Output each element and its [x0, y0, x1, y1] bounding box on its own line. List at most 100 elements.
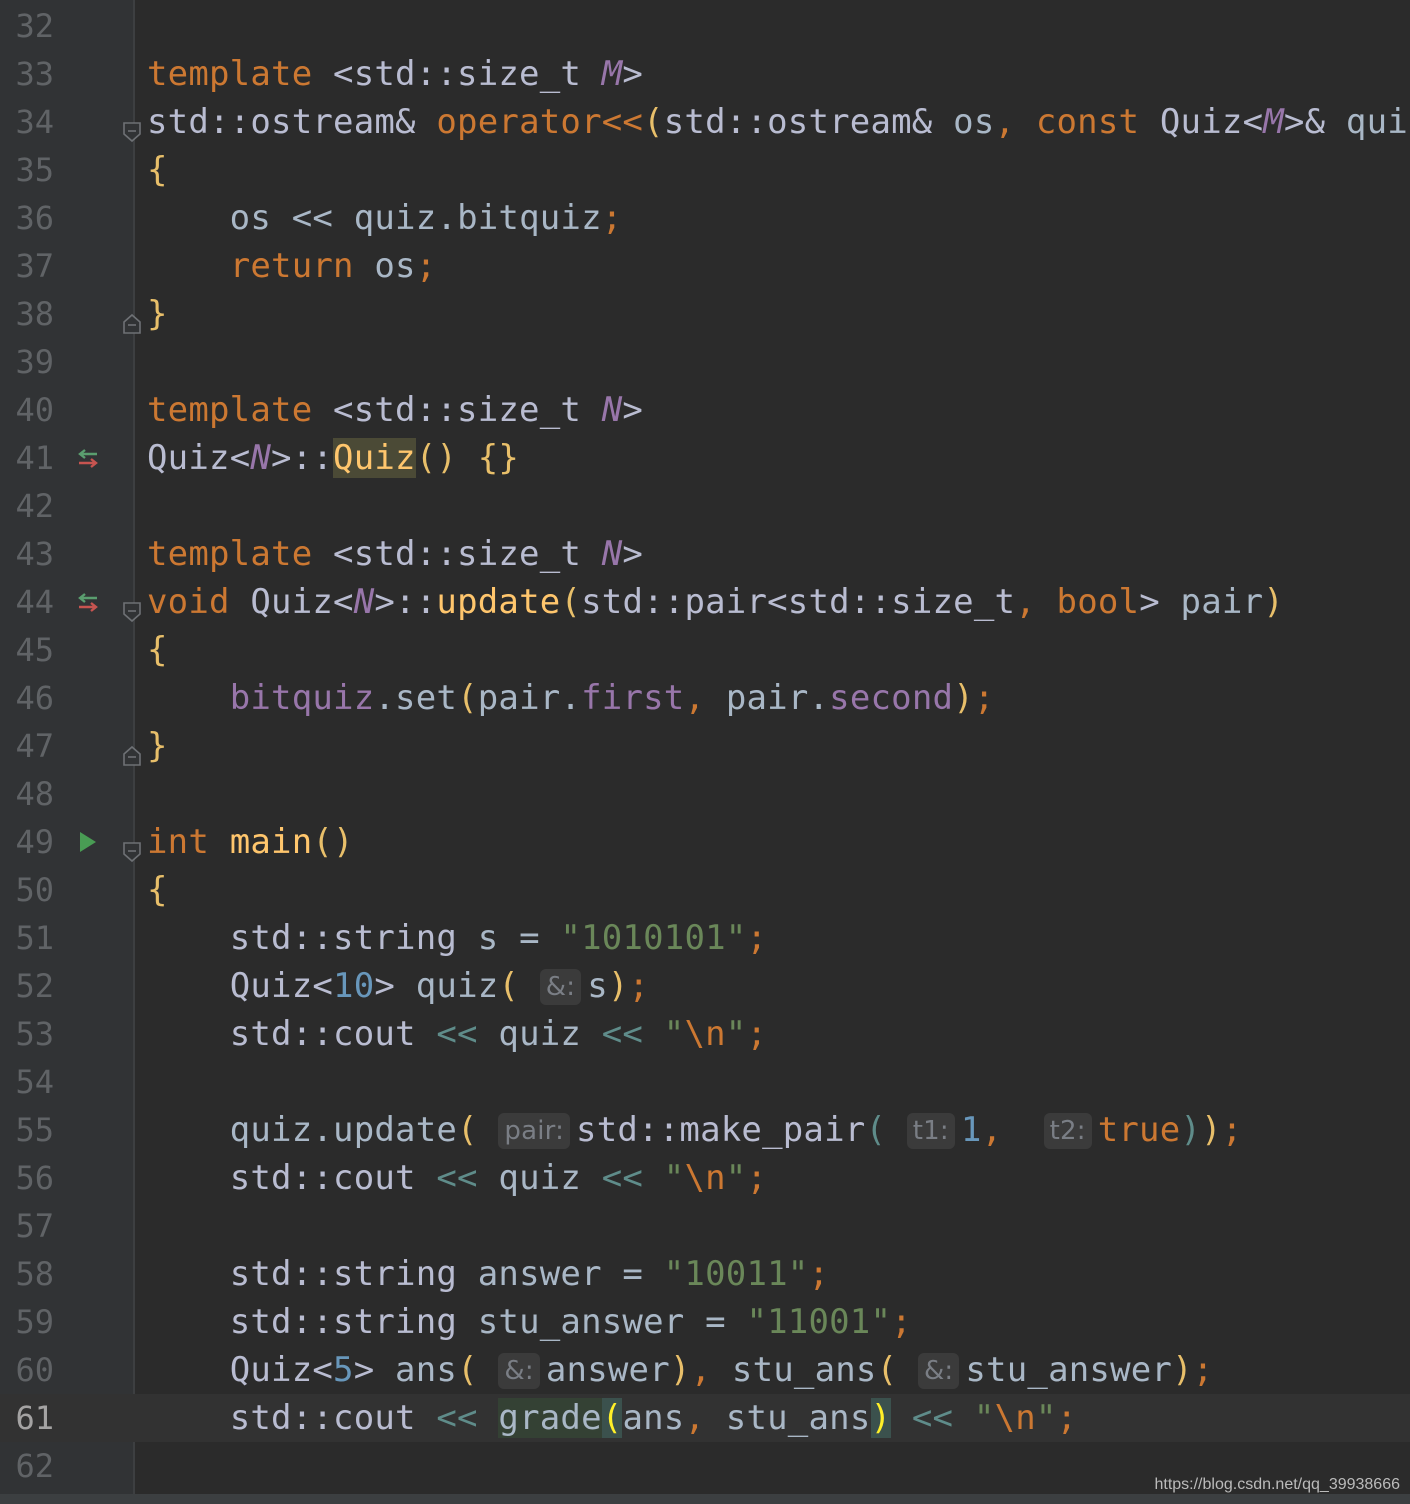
code-line[interactable]: 47} [0, 722, 1410, 770]
code-text[interactable]: Quiz<5> ans( &: answer), stu_ans( &: stu_a… [147, 1346, 1214, 1394]
code-line[interactable]: 40 template <std::size_t N> [0, 386, 1410, 434]
line-number[interactable]: 35 [0, 146, 54, 194]
code-line[interactable]: 44 void Quiz<N>::update(std::pair<std::si… [0, 578, 1410, 626]
code-text[interactable]: int main() [147, 818, 354, 866]
code-line[interactable]: 60 Quiz<5> ans( &: answer), stu_ans( &: st… [0, 1346, 1410, 1394]
code-line[interactable]: 54 [0, 1058, 1410, 1106]
line-number[interactable]: 53 [0, 1010, 54, 1058]
fold-close-icon[interactable] [122, 304, 142, 334]
code-line[interactable]: 42 [0, 482, 1410, 530]
line-number[interactable]: 33 [0, 50, 54, 98]
code-line[interactable]: 46 bitquiz.set(pair.first, pair.second); [0, 674, 1410, 722]
line-number[interactable]: 45 [0, 626, 54, 674]
code-text[interactable]: std::string stu_answer = "11001"; [147, 1298, 912, 1346]
line-number[interactable]: 36 [0, 194, 54, 242]
code-text[interactable]: quiz.update( pair: std::make_pair( t1: 1, … [147, 1106, 1243, 1154]
code-text[interactable]: Quiz<10> quiz( &: s); [147, 962, 649, 1010]
code-text[interactable]: template <std::size_t N> [147, 530, 643, 578]
fold-close-icon[interactable] [122, 736, 142, 766]
line-number[interactable]: 42 [0, 482, 54, 530]
code-line[interactable]: 38} [0, 290, 1410, 338]
line-number[interactable]: 52 [0, 962, 54, 1010]
code-text[interactable]: void Quiz<N>::update(std::pair<std::size… [147, 578, 1284, 626]
code-text[interactable]: std::cout << grade(ans, stu_ans) << "\n"… [147, 1394, 1077, 1442]
code-text[interactable]: std::cout << quiz << "\n"; [147, 1010, 767, 1058]
code-line[interactable]: 57 [0, 1202, 1410, 1250]
code-line[interactable]: 36 os << quiz.bitquiz; [0, 194, 1410, 242]
code-token: << [601, 1014, 644, 1054]
line-number[interactable]: 38 [0, 290, 54, 338]
run-triangle-icon[interactable] [72, 818, 104, 866]
code-line[interactable]: 39 [0, 338, 1410, 386]
code-line[interactable]: 48 [0, 770, 1410, 818]
code-text[interactable]: { [147, 626, 168, 674]
code-text[interactable]: std::string answer = "10011"; [147, 1250, 829, 1298]
line-number[interactable]: 46 [0, 674, 54, 722]
line-number[interactable]: 59 [0, 1298, 54, 1346]
code-line[interactable]: 35 { [0, 146, 1410, 194]
line-number[interactable]: 56 [0, 1154, 54, 1202]
code-line[interactable]: 34 std::ostream& operator<<(std::ostream&… [0, 98, 1410, 146]
line-number[interactable]: 40 [0, 386, 54, 434]
code-text[interactable]: std::string s = "1010101"; [147, 914, 767, 962]
code-text[interactable]: { [147, 866, 168, 914]
code-line[interactable]: 50 { [0, 866, 1410, 914]
line-number[interactable]: 41 [0, 434, 54, 482]
code-line[interactable]: 32 [0, 2, 1410, 50]
code-text[interactable]: } [147, 290, 168, 338]
line-number[interactable]: 62 [0, 1442, 54, 1490]
code-line[interactable]: 61 std::cout << grade(ans, stu_ans) << "… [0, 1394, 1410, 1442]
code-text[interactable]: std::ostream& operator<<(std::ostream& o… [147, 98, 1410, 146]
code-text[interactable]: template <std::size_t N> [147, 386, 643, 434]
code-line[interactable]: 33 template <std::size_t M> [0, 50, 1410, 98]
line-number[interactable]: 49 [0, 818, 54, 866]
override-arrows-icon[interactable] [72, 578, 104, 626]
code-text[interactable]: bitquiz.set(pair.first, pair.second); [147, 674, 995, 722]
code-line[interactable]: 53 std::cout << quiz << "\n"; [0, 1010, 1410, 1058]
line-number[interactable]: 39 [0, 338, 54, 386]
code-token: Quiz [333, 438, 416, 478]
code-text[interactable]: std::cout << quiz << "\n"; [147, 1154, 767, 1202]
fold-open-icon[interactable] [122, 112, 142, 143]
override-arrows-icon[interactable] [72, 434, 104, 482]
code-line[interactable]: 58 std::string answer = "10011"; [0, 1250, 1410, 1298]
code-token: answer [545, 1350, 670, 1390]
line-number[interactable]: 43 [0, 530, 54, 578]
line-number[interactable]: 51 [0, 914, 54, 962]
code-line[interactable]: 45 { [0, 626, 1410, 674]
code-line[interactable]: 59 std::string stu_answer = "11001"; [0, 1298, 1410, 1346]
fold-open-icon[interactable] [122, 832, 142, 863]
code-line[interactable]: 49 int main() [0, 818, 1410, 866]
code-line[interactable]: 55 quiz.update( pair: std::make_pair( t1:… [0, 1106, 1410, 1154]
line-number[interactable]: 57 [0, 1202, 54, 1250]
code-line[interactable]: 43 template <std::size_t N> [0, 530, 1410, 578]
line-number[interactable]: 48 [0, 770, 54, 818]
line-number[interactable]: 55 [0, 1106, 54, 1154]
code-text[interactable]: { [147, 146, 168, 194]
line-number[interactable]: 37 [0, 242, 54, 290]
code-line[interactable]: 41 Quiz<N>::Quiz() {} [0, 434, 1410, 482]
code-text[interactable]: template <std::size_t M> [147, 50, 643, 98]
line-number[interactable]: 50 [0, 866, 54, 914]
fold-open-icon[interactable] [122, 592, 142, 623]
code-text[interactable]: return os; [147, 242, 437, 290]
line-number[interactable]: 58 [0, 1250, 54, 1298]
code-line[interactable]: 52 Quiz<10> quiz( &: s); [0, 962, 1410, 1010]
code-token: ( [560, 582, 582, 622]
code-token: 10 [333, 966, 375, 1006]
line-number[interactable]: 32 [0, 2, 54, 50]
line-number[interactable]: 44 [0, 578, 54, 626]
code-line[interactable]: 51 std::string s = "1010101"; [0, 914, 1410, 962]
code-text[interactable]: Quiz<N>::Quiz() {} [147, 434, 519, 482]
line-number[interactable]: 60 [0, 1346, 54, 1394]
line-number[interactable]: 61 [0, 1394, 54, 1442]
line-number[interactable]: 54 [0, 1058, 54, 1106]
code-text[interactable]: } [147, 722, 168, 770]
code-line[interactable]: 56 std::cout << quiz << "\n"; [0, 1154, 1410, 1202]
code-line[interactable]: 37 return os; [0, 242, 1410, 290]
line-number[interactable]: 47 [0, 722, 54, 770]
line-number[interactable]: 34 [0, 98, 54, 146]
code-text[interactable]: os << quiz.bitquiz; [147, 194, 623, 242]
